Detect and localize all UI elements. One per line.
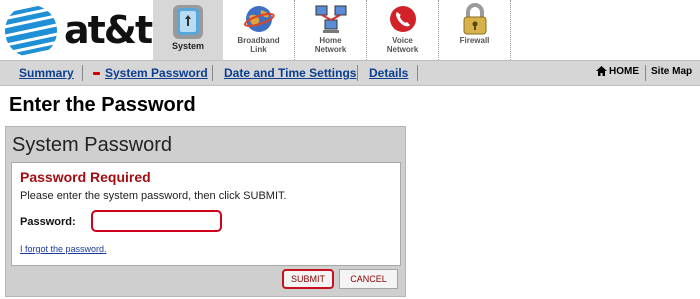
password-label: Password: bbox=[20, 216, 76, 228]
password-required-heading: Password Required bbox=[20, 169, 151, 185]
att-logo[interactable]: at&t bbox=[4, 4, 153, 58]
subnav-divider bbox=[357, 65, 358, 81]
home-link[interactable]: HOME bbox=[596, 66, 639, 77]
subnav-divider bbox=[417, 65, 418, 81]
page-title: Enter the Password bbox=[9, 94, 196, 116]
site-map-link[interactable]: Site Map bbox=[651, 66, 692, 77]
panel-title: System Password bbox=[12, 134, 173, 156]
subnav-details-link[interactable]: Details bbox=[369, 66, 408, 80]
tab-broadband-link[interactable]: Broadband Link bbox=[223, 0, 295, 60]
broadband-globe-icon bbox=[243, 6, 275, 32]
tab-voice-network[interactable]: Voice Network bbox=[367, 0, 439, 60]
password-form: Password Required Please enter the syste… bbox=[11, 162, 401, 266]
password-field[interactable] bbox=[91, 210, 222, 232]
header: at&t System Broadband Link Home Network … bbox=[0, 0, 700, 60]
tab-home-network-label: Home Network bbox=[314, 36, 347, 54]
sub-navigation: Summary System Password Date and Time Se… bbox=[0, 60, 700, 86]
subnav-date-time-link[interactable]: Date and Time Settings bbox=[224, 66, 356, 80]
subnav-divider bbox=[82, 65, 83, 81]
att-globe-icon bbox=[5, 5, 57, 57]
main-nav: System Broadband Link Home Network Voice… bbox=[153, 0, 511, 60]
tab-voice-network-label: Voice Network bbox=[386, 36, 419, 54]
subnav-summary-link[interactable]: Summary bbox=[19, 66, 74, 80]
tab-broadband-link-label: Broadband Link bbox=[237, 36, 280, 54]
home-network-icon bbox=[315, 5, 346, 33]
instructions-text: Please enter the system password, then c… bbox=[20, 190, 287, 202]
padlock-icon bbox=[463, 3, 486, 35]
voice-phone-icon bbox=[389, 6, 416, 32]
tab-system[interactable]: System bbox=[153, 0, 223, 60]
system-password-panel: System Password Password Required Please… bbox=[5, 126, 406, 297]
forgot-password-link[interactable]: I forgot the password. bbox=[20, 244, 107, 254]
tab-system-label: System bbox=[171, 41, 205, 51]
home-icon bbox=[596, 66, 607, 76]
tab-firewall[interactable]: Firewall bbox=[439, 0, 511, 60]
subnav-system-password-link[interactable]: System Password bbox=[105, 66, 208, 80]
system-phone-icon bbox=[173, 5, 203, 39]
cancel-button[interactable]: CANCEL bbox=[339, 269, 398, 289]
subnav-divider bbox=[645, 65, 646, 81]
tab-home-network[interactable]: Home Network bbox=[295, 0, 367, 60]
subnav-divider bbox=[212, 65, 213, 81]
submit-button[interactable]: SUBMIT bbox=[282, 269, 334, 289]
selected-indicator-icon bbox=[93, 72, 100, 75]
att-logo-text: at&t bbox=[64, 8, 153, 52]
tab-firewall-label: Firewall bbox=[459, 36, 490, 45]
home-label: HOME bbox=[609, 66, 639, 77]
